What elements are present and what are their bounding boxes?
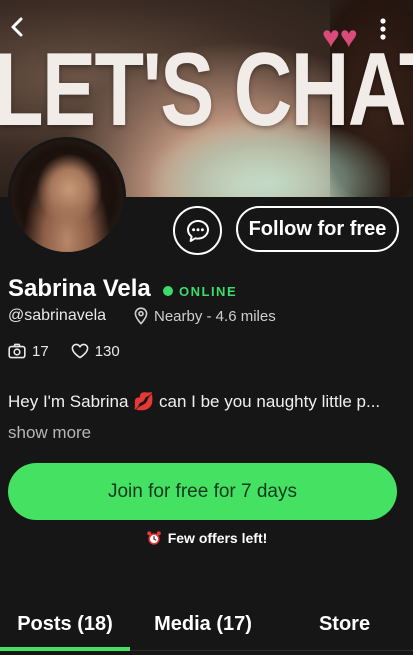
online-status: ONLINE xyxy=(163,283,237,299)
location-label: Nearby - 4.6 miles xyxy=(154,307,276,325)
show-more-link[interactable]: show more xyxy=(8,422,91,444)
profile-handle: @sabrinavela xyxy=(8,307,107,324)
likes-stat[interactable]: 130 xyxy=(71,343,120,360)
profile-stats: 17 130 xyxy=(8,341,136,361)
online-dot-icon xyxy=(163,286,173,296)
follow-button[interactable]: Follow for free xyxy=(236,206,399,252)
chat-bubble-icon xyxy=(186,219,209,242)
profile-screen: LET'S CHAT... ♥♥ Follow for free Sabrina… xyxy=(0,0,413,655)
tab-media[interactable]: Media (17) xyxy=(130,600,276,648)
avatar[interactable] xyxy=(8,137,126,255)
location: Nearby - 4.6 miles xyxy=(134,306,276,326)
profile-name: Sabrina Vela xyxy=(8,275,151,302)
back-button[interactable] xyxy=(4,10,30,44)
banner-headline: LET'S CHAT... xyxy=(0,32,413,148)
profile-bio: Hey I'm Sabrina 💋 can I be you naughty l… xyxy=(8,392,381,411)
location-pin-icon xyxy=(134,307,148,325)
online-label: ONLINE xyxy=(179,283,238,299)
tab-posts[interactable]: Posts (18) xyxy=(0,600,130,648)
active-tab-indicator xyxy=(0,647,130,651)
tab-store[interactable]: Store xyxy=(276,600,413,648)
kebab-menu-icon xyxy=(380,18,386,40)
photos-count: 17 xyxy=(32,342,49,360)
join-free-trial-button[interactable]: Join for free for 7 days xyxy=(8,463,397,520)
chevron-left-icon xyxy=(11,17,23,37)
message-button[interactable] xyxy=(173,206,222,255)
heart-icon xyxy=(71,343,89,359)
camera-icon xyxy=(8,343,26,359)
more-options-button[interactable] xyxy=(371,12,395,46)
offers-notice: Few offers left! xyxy=(0,528,413,548)
photos-stat[interactable]: 17 xyxy=(8,343,49,360)
alarm-clock-icon xyxy=(146,531,161,545)
likes-count: 130 xyxy=(94,342,120,360)
offers-label: Few offers left! xyxy=(167,530,268,546)
